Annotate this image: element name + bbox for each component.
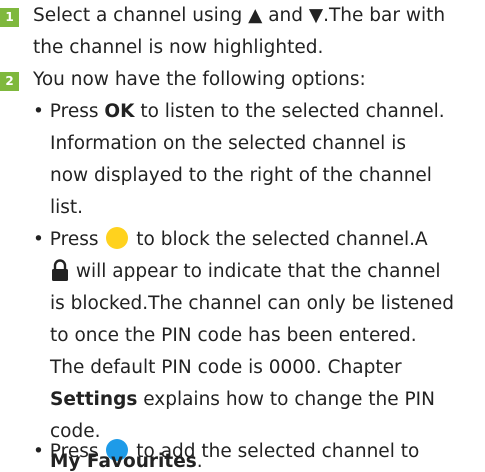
option-ok-line-2: Information on the selected channel is bbox=[50, 133, 406, 154]
ok-key: OK bbox=[104, 101, 135, 122]
option-block-post: to block the selected channel.A bbox=[130, 229, 428, 250]
option-ok-pre: Press bbox=[49, 101, 105, 122]
option-block-line-3: is blocked.The channel can only be liste… bbox=[50, 293, 455, 314]
option-block-line-6: Settings explains how to change the PIN bbox=[50, 384, 435, 416]
my-favourites-label: My Favourites bbox=[50, 451, 197, 472]
settings-chapter-name: Settings bbox=[50, 389, 138, 410]
option-block-line-2: will appear to indicate that the channel bbox=[50, 256, 440, 288]
option-block-line-1: • Press to block the selected channel.A bbox=[33, 227, 428, 250]
manual-page: 1 Select a channel using ▲ and ▼.The bar… bbox=[0, 0, 485, 472]
option-block-pre: Press bbox=[49, 229, 105, 250]
step-1-line-2: the channel is now highlighted. bbox=[33, 37, 324, 58]
step-2-intro: You now have the following options: bbox=[33, 69, 366, 90]
option-block-lock-text: will appear to indicate that the channel bbox=[70, 261, 441, 282]
option-block-settings-post: explains how to change the PIN bbox=[137, 389, 435, 410]
option-ok-post: to listen to the selected channel. bbox=[134, 101, 445, 122]
option-ok-line-1: • Press OK to listen to the selected cha… bbox=[33, 101, 445, 122]
option-fav-bold-post: . bbox=[196, 451, 203, 472]
step-1-line-1: Select a channel using ▲ and ▼.The bar w… bbox=[33, 5, 446, 26]
option-ok-line-3: now displayed to the right of the channe… bbox=[50, 165, 432, 186]
option-ok-line-4: list. bbox=[50, 197, 84, 218]
option-block-line-4: to once the PIN code has been entered. bbox=[50, 325, 417, 346]
option-block-line-5: The default PIN code is 0000. Chapter bbox=[50, 357, 402, 378]
step-1-number: 1 bbox=[0, 8, 19, 27]
step-2-number: 2 bbox=[0, 72, 19, 91]
yellow-button-icon bbox=[106, 227, 129, 249]
lock-icon bbox=[52, 259, 68, 281]
option-fav-line-2: My Favourites. bbox=[50, 452, 203, 472]
